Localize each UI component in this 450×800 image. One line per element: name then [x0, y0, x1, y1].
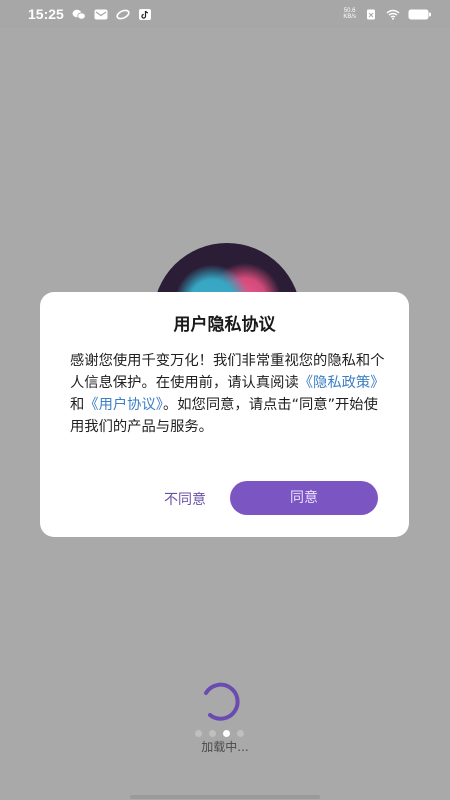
page-dot [209, 730, 216, 737]
page-dot-active [223, 730, 230, 737]
dialog-body-and: 和 [70, 397, 85, 413]
loading-spinner-icon [204, 682, 240, 721]
dialog-title: 用户隐私协议 [173, 315, 276, 335]
page-dot [195, 730, 202, 737]
agree-button[interactable]: 同意 [230, 481, 378, 515]
message-icon [94, 9, 108, 19]
battery-icon [408, 9, 431, 19]
sim-icon [367, 9, 375, 19]
status-left: 15:25 [28, 6, 152, 22]
tiktok-icon [138, 8, 151, 20]
link-icon [116, 9, 130, 19]
status-time: 15:25 [28, 6, 64, 22]
decline-button[interactable]: 不同意 [138, 485, 232, 515]
wechat-icon [72, 9, 86, 20]
status-right: 50.6 KB/s [343, 8, 432, 20]
net-speed: 50.6 KB/s [343, 8, 356, 20]
page-dot [237, 730, 244, 737]
privacy-policy-link[interactable]: 《隐私政策》 [299, 375, 385, 391]
dialog-body: 感谢您使用千变万化！我们非常重视您的隐私和个人信息保护。在使用前，请认真阅读《隐… [70, 350, 386, 438]
net-speed-unit: KB/s [343, 14, 356, 20]
status-bar: 15:25 50.6 KB/s [0, 0, 450, 28]
loading-text: 加载中... [201, 740, 249, 754]
page-dots [195, 730, 255, 738]
wifi-icon [386, 9, 400, 20]
home-indicator[interactable] [130, 795, 320, 799]
user-agreement-link[interactable]: 《用户协议》 [84, 397, 163, 413]
